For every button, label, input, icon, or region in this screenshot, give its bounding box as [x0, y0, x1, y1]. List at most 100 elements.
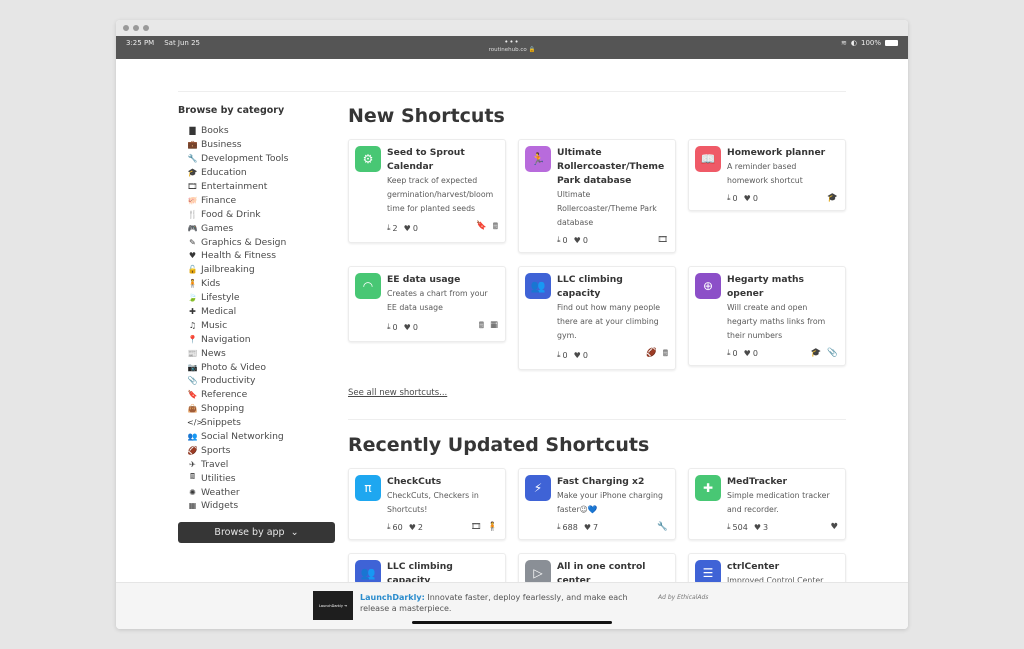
- shortcut-card[interactable]: 🏃 Ultimate Rollercoaster/Theme Park data…: [518, 139, 676, 253]
- newspaper-icon: 📰: [187, 348, 198, 358]
- bookmark-icon: 🔖: [187, 390, 198, 400]
- window-close-button[interactable]: [123, 25, 129, 31]
- multitasking-dots[interactable]: •••: [116, 38, 908, 46]
- sidebar-item-shopping[interactable]: 👜 Shopping: [178, 402, 336, 416]
- paperclip-icon[interactable]: 📎: [827, 348, 838, 358]
- sidebar-item-business[interactable]: 💼 Business: [178, 138, 336, 152]
- category-tags: 🔖 🖩: [476, 221, 498, 235]
- sidebar-item-label: Graphics & Design: [201, 236, 287, 248]
- shortcut-card[interactable]: 👥 LLC climbing capacity Find out how man…: [518, 266, 676, 370]
- gamepad-icon: 🎮: [187, 223, 198, 233]
- sidebar-item-photo-video[interactable]: 📷 Photo & Video: [178, 360, 336, 374]
- film-icon[interactable]: 🎞: [471, 522, 482, 532]
- sidebar-item-food-drink[interactable]: 🍴 Food & Drink: [178, 207, 336, 221]
- shortcut-card[interactable]: 📖 Homework planner A reminder based home…: [688, 139, 846, 211]
- sidebar-item-entertainment[interactable]: 🎞 Entertainment: [178, 180, 336, 194]
- card-title[interactable]: LLC climbing capacity: [557, 273, 668, 301]
- sidebar-item-label: Development Tools: [201, 153, 289, 165]
- sidebar-item-games[interactable]: 🎮 Games: [178, 221, 336, 235]
- sidebar-item-jailbreaking[interactable]: 🔓 Jailbreaking: [178, 263, 336, 277]
- graduation-cap-icon[interactable]: 🎓: [811, 348, 822, 358]
- sidebar-item-weather[interactable]: ✺ Weather: [178, 485, 336, 499]
- sidebar-item-medical[interactable]: ✚ Medical: [178, 305, 336, 319]
- card-title[interactable]: Fast Charging x2: [557, 475, 668, 489]
- top-divider: [178, 91, 846, 92]
- category-tags: ♥: [830, 522, 838, 532]
- download-icon: ⤓: [727, 522, 731, 531]
- film-icon[interactable]: 🎞: [657, 235, 668, 245]
- sidebar-item-news[interactable]: 📰 News: [178, 346, 336, 360]
- sidebar-item-snippets[interactable]: </> Snippets: [178, 416, 336, 430]
- card-title[interactable]: Seed to Sprout Calendar: [387, 146, 498, 174]
- battery-icon: [885, 40, 898, 46]
- sidebar-item-kids[interactable]: 🧍 Kids: [178, 277, 336, 291]
- card-title[interactable]: CheckCuts: [387, 475, 498, 489]
- like-count: ♥ 0: [403, 322, 418, 332]
- shortcut-card[interactable]: ⚙ Seed to Sprout Calendar Keep track of …: [348, 139, 506, 243]
- sidebar-item-development-tools[interactable]: 🔧 Development Tools: [178, 152, 336, 166]
- calculator-icon[interactable]: 🖩: [479, 320, 484, 334]
- plus-circle-icon: ⊕: [695, 273, 721, 299]
- wrench-icon[interactable]: 🔧: [657, 522, 668, 532]
- plane-icon: ✈: [189, 459, 196, 469]
- child-icon[interactable]: 🧍: [487, 522, 498, 532]
- sidebar-item-travel[interactable]: ✈ Travel: [178, 457, 336, 471]
- sidebar-item-widgets[interactable]: ▦ Widgets: [178, 499, 336, 513]
- sidebar-item-education[interactable]: 🎓 Education: [178, 166, 336, 180]
- ad-text[interactable]: LaunchDarkly: Innovate faster, deploy fe…: [360, 592, 650, 614]
- ad-by-label[interactable]: Ad by EthicalAds: [658, 594, 708, 601]
- sidebar-item-label: Music: [201, 319, 228, 331]
- th-large-icon[interactable]: ▦: [490, 320, 498, 334]
- graduation-cap-icon: 🎓: [187, 168, 198, 178]
- card-title[interactable]: MedTracker: [727, 475, 838, 489]
- heartbeat-icon[interactable]: ♥: [830, 522, 838, 532]
- sidebar-item-sports[interactable]: 🏈 Sports: [178, 443, 336, 457]
- sidebar-item-navigation[interactable]: 📍 Navigation: [178, 332, 336, 346]
- sidebar-item-finance[interactable]: 🐖 Finance: [178, 193, 336, 207]
- card-title[interactable]: Hegarty maths opener: [727, 273, 838, 301]
- home-indicator[interactable]: [412, 621, 612, 624]
- shortcut-card[interactable]: ✚ MedTracker Simple medication tracker a…: [688, 468, 846, 540]
- sidebar-item-utilities[interactable]: 🖩 Utilities: [178, 471, 336, 485]
- bookmark-icon[interactable]: 🔖: [476, 221, 487, 235]
- sidebar-item-graphics-design[interactable]: ✎ Graphics & Design: [178, 235, 336, 249]
- window-minimize-button[interactable]: [133, 25, 139, 31]
- browse-by-app-button[interactable]: Browse by app ⌄: [178, 521, 335, 543]
- ad-banner[interactable]: LaunchDarkly ➔ LaunchDarkly: Innovate fa…: [116, 582, 908, 629]
- ad-logo[interactable]: LaunchDarkly ➔: [313, 591, 353, 620]
- shortcut-card[interactable]: ◠ EE data usage Creates a chart from you…: [348, 266, 506, 342]
- see-all-new-shortcuts-link[interactable]: See all new shortcuts...: [348, 388, 447, 398]
- card-title[interactable]: Homework planner: [727, 146, 838, 160]
- sidebar-item-productivity[interactable]: 📎 Productivity: [178, 374, 336, 388]
- card-title[interactable]: EE data usage: [387, 273, 498, 287]
- url-label[interactable]: routinehub.co 🔒: [116, 46, 908, 54]
- sidebar-item-lifestyle[interactable]: 🍃 Lifestyle: [178, 291, 336, 305]
- shortcut-card[interactable]: ⊕ Hegarty maths opener Will create and o…: [688, 266, 846, 366]
- card-title[interactable]: Ultimate Rollercoaster/Theme Park databa…: [557, 146, 668, 188]
- sidebar-item-label: Jailbreaking: [201, 264, 255, 276]
- heart-icon: ♥: [408, 522, 416, 532]
- graduation-cap-icon[interactable]: 🎓: [827, 193, 838, 203]
- download-count: ⤓ 0: [727, 193, 738, 203]
- download-icon: ⤓: [557, 235, 561, 244]
- sidebar-item-books[interactable]: ▇ Books: [178, 124, 336, 138]
- card-title[interactable]: ctrlCenter: [727, 560, 838, 574]
- calculator-icon[interactable]: 🖩: [493, 221, 498, 235]
- calculator-icon[interactable]: 🖩: [663, 348, 668, 362]
- sidebar-item-social-networking[interactable]: 👥 Social Networking: [178, 430, 336, 444]
- rss-icon: ◠: [355, 273, 381, 299]
- ad-brand-link[interactable]: LaunchDarkly:: [360, 593, 425, 602]
- football-icon[interactable]: 🏈: [646, 348, 657, 362]
- shortcut-card[interactable]: ⚡ Fast Charging x2 Make your iPhone char…: [518, 468, 676, 540]
- shortcut-card[interactable]: π CheckCuts CheckCuts, Checkers in Short…: [348, 468, 506, 540]
- card-body: Fast Charging x2 Make your iPhone chargi…: [557, 475, 668, 532]
- sidebar-item-health-fitness[interactable]: ♥ Health & Fitness: [178, 249, 336, 263]
- window-zoom-button[interactable]: [143, 25, 149, 31]
- sidebar-item-label: Books: [201, 125, 229, 137]
- card-body: EE data usage Creates a chart from your …: [387, 273, 498, 334]
- card-description: Keep track of expected germination/harve…: [387, 176, 494, 213]
- sidebar-item-reference[interactable]: 🔖 Reference: [178, 388, 336, 402]
- sidebar-item-music[interactable]: ♫ Music: [178, 318, 336, 332]
- card-meta: ⤓ 688 ♥ 7 🔧: [557, 522, 668, 532]
- sidebar-item-label: Shopping: [201, 403, 245, 415]
